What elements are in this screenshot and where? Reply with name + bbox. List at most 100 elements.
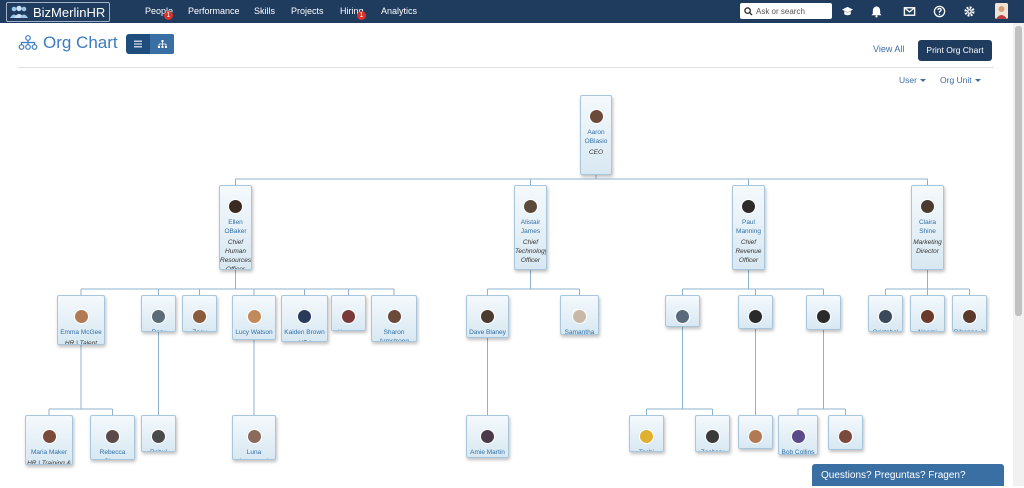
org-node-title: Marketing Director (913, 239, 942, 255)
org-node-mary[interactable]: Mary (828, 415, 863, 450)
org-node-ellen[interactable]: Ellen OBaker Chief Human Resources Office… (219, 185, 252, 270)
avatar[interactable] (192, 309, 207, 324)
org-node-name[interactable]: Dave Blaney (467, 328, 508, 337)
org-node-name[interactable]: Naomi Chow (911, 328, 944, 331)
avatar[interactable] (246, 309, 262, 324)
org-node-name[interactable]: Rebecca Shaw (91, 448, 134, 459)
avatar[interactable] (523, 199, 538, 214)
org-node-name[interactable]: Tashi Mathew (630, 448, 663, 451)
avatar[interactable] (572, 309, 587, 324)
org-node-name[interactable]: John Morris (739, 328, 772, 329)
org-node-dave[interactable]: Dave BlaneyDirector, Technology (466, 295, 509, 338)
org-node-name[interactable]: Zoey Barton (183, 328, 216, 331)
org-node-name[interactable]: Zachary Taylor (696, 448, 729, 451)
org-node-name[interactable]: Steve Harvy (739, 448, 772, 449)
avatar[interactable] (920, 309, 935, 324)
avatar[interactable] (297, 309, 312, 324)
org-node-alistair[interactable]: Alistair James Chief Technology Officer (514, 185, 547, 270)
avatar[interactable] (705, 429, 720, 444)
org-node-lucy[interactable]: Lucy Watson HR | Talent Acquisition Manag… (232, 295, 276, 340)
scrollbar-thumb[interactable] (1015, 26, 1022, 316)
org-node-name[interactable]: Maria Maker (26, 448, 72, 457)
avatar[interactable] (748, 429, 763, 444)
org-node-name[interactable]: Kareen Swan (332, 328, 365, 330)
org-node-tashi[interactable]: Tashi MathewSales (629, 415, 664, 452)
avatar[interactable] (480, 309, 495, 324)
avatar[interactable] (878, 309, 893, 324)
avatar[interactable] (105, 429, 120, 444)
org-node-name[interactable]: Mary (829, 448, 862, 449)
org-connector-lines (48, 175, 970, 415)
org-node-johnm1[interactable]: John MorrisBusiness Analyst (738, 295, 773, 329)
org-node-bob[interactable]: Bob CollinsAccountant (778, 415, 818, 455)
avatar[interactable] (341, 309, 356, 324)
org-node-name[interactable]: Paul Manning (733, 218, 764, 236)
org-node-michael[interactable]: Michael LondonSr. VP, Sales (665, 295, 700, 327)
org-node-aaron[interactable]: Aaron OBlasio CEO (580, 95, 612, 175)
org-node-name[interactable]: Rihanna Jr (953, 328, 986, 331)
avatar[interactable] (920, 199, 935, 214)
org-node-rahul[interactable]: Rahul MoralesHR | Benefits (141, 415, 176, 452)
org-node-title: HR | Training & Development (27, 460, 71, 465)
org-node-amie[interactable]: Amie MartinSenior Software (466, 415, 509, 458)
avatar[interactable] (228, 199, 243, 214)
org-node-name[interactable]: Rahul Morales (142, 448, 175, 451)
org-node-name[interactable]: Emma McGee (58, 328, 104, 337)
org-node-paul[interactable]: Paul Manning Chief Revenue Officer (732, 185, 765, 270)
org-node-name[interactable]: Aaron OBlasio (581, 128, 611, 146)
org-node-name[interactable]: Cristobal Colon (869, 328, 902, 331)
org-node-name[interactable]: Lucy Watson (233, 328, 275, 337)
org-node-luna[interactable]: Luna LovegoodHR | Campus (232, 415, 276, 460)
org-node-title: CEO (588, 149, 604, 156)
org-node-claira[interactable]: Claira Shine Marketing Director (911, 185, 944, 270)
org-node-name[interactable]: Samantha Conner (561, 328, 598, 334)
org-node-emma[interactable]: Emma McGee HR | Talent Development Office… (57, 295, 105, 345)
org-node-title: Chief Revenue Officer (735, 239, 762, 264)
org-node-name[interactable]: Amie Martin (467, 448, 508, 457)
avatar[interactable] (480, 429, 495, 444)
org-node-name[interactable]: Ellen OBaker (220, 218, 251, 236)
org-node-name[interactable]: Luna Lovegood (233, 448, 275, 459)
org-node-title: Chief Human Resources Officer (220, 239, 252, 270)
avatar[interactable] (838, 429, 853, 444)
avatar[interactable] (73, 309, 89, 324)
avatar[interactable] (816, 309, 831, 324)
org-node-title: HR | Talent Acquisition Manager (233, 339, 275, 340)
org-node-johnm2[interactable]: John MorrisVP - Finance (806, 295, 841, 330)
org-node-kareen[interactable]: Kareen SwanSales Manager (331, 295, 366, 331)
avatar[interactable] (246, 429, 262, 444)
org-node-kaiden[interactable]: Kaiden Brown HR | Compliance, Safety & Se… (281, 295, 328, 342)
org-node-sharon[interactable]: Sharon ArmstrongDirector of Employee Eng… (371, 295, 417, 342)
avatar[interactable] (151, 309, 166, 324)
org-node-samantha[interactable]: Samantha ConnerDirector, DevOps (560, 295, 599, 335)
org-node-name[interactable]: Bob Collins (779, 448, 817, 454)
org-node-zachary[interactable]: Zachary TaylorAccount (695, 415, 730, 452)
org-node-rebecca[interactable]: Rebecca ShawHR | Performance (90, 415, 135, 460)
avatar[interactable] (151, 429, 166, 444)
org-node-name[interactable]: Sharon Armstrong (372, 328, 416, 341)
avatar[interactable] (675, 309, 690, 324)
avatar[interactable] (639, 429, 654, 444)
org-node-steve[interactable]: Steve HarvyManager (738, 415, 773, 449)
avatar[interactable] (386, 309, 402, 324)
avatar[interactable] (748, 309, 763, 324)
avatar[interactable] (41, 429, 57, 444)
org-node-name[interactable]: Alistair James (515, 218, 546, 236)
avatar[interactable] (741, 199, 756, 214)
org-node-maria[interactable]: Maria Maker HR | Training & Development (25, 415, 73, 465)
org-node-naomi[interactable]: Naomi ChowStore Manager (910, 295, 945, 332)
chat-widget[interactable]: Questions? Preguntas? Fragen? (812, 464, 1004, 486)
org-node-title: Chief Technology Officer (515, 239, 547, 264)
org-node-name[interactable]: Kaiden Brown (282, 328, 327, 337)
org-node-title: HR | Talent Development Officer (64, 340, 98, 345)
org-node-zoey[interactable]: Zoey BartonHR | Diversity & Inclusion Sp… (182, 295, 217, 332)
org-node-name[interactable]: John Morris (807, 328, 840, 329)
org-node-name[interactable]: Claira Shine (912, 218, 943, 236)
avatar[interactable] (588, 109, 604, 124)
avatar[interactable] (790, 429, 806, 444)
org-node-rihanna[interactable]: Rihanna JrBrand Manager (952, 295, 987, 332)
org-node-rory[interactable]: Rory AdairaHR | Specialist - Benefits & … (141, 295, 176, 332)
avatar[interactable] (962, 309, 977, 324)
org-node-name[interactable]: Rory Adaira (142, 328, 175, 331)
org-node-cristobal[interactable]: Cristobal ColonMarketing Manager (868, 295, 903, 332)
